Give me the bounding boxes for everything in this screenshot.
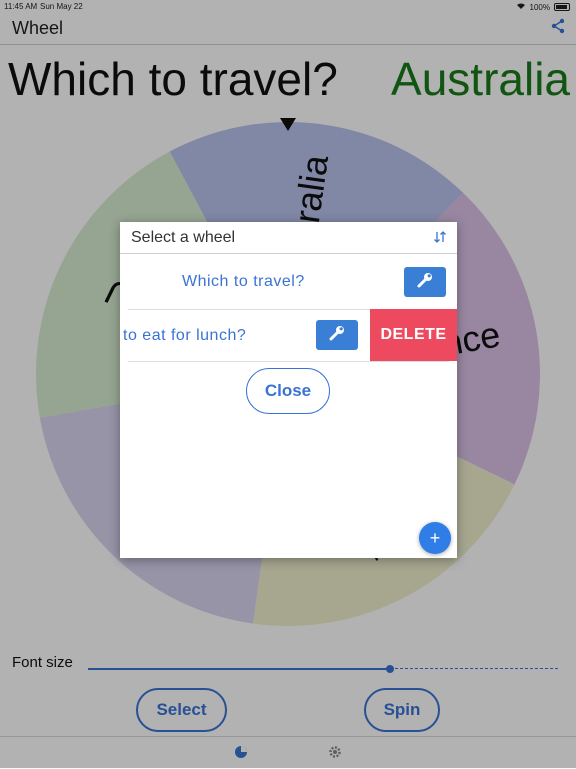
wrench-icon	[416, 271, 434, 294]
sort-icon[interactable]	[433, 230, 447, 244]
edit-wheel-button[interactable]	[404, 267, 446, 297]
edit-wheel-button[interactable]	[316, 320, 358, 350]
wheel-list-label[interactable]: Which to travel?	[182, 273, 305, 291]
list-divider	[128, 361, 449, 362]
select-wheel-dialog: Select a wheel Which to travel? to eat f…	[120, 222, 457, 558]
close-button[interactable]: Close	[246, 368, 330, 414]
dialog-header: Select a wheel	[120, 222, 457, 254]
wheel-list-label[interactable]: to eat for lunch?	[123, 327, 246, 345]
wrench-icon	[328, 324, 346, 347]
plus-icon: +	[429, 527, 441, 548]
delete-button[interactable]: DELETE	[370, 309, 457, 361]
add-wheel-button[interactable]: +	[419, 522, 451, 554]
wheel-list-item[interactable]: to eat for lunch? DELETE	[120, 309, 457, 361]
wheel-list-item[interactable]: Which to travel?	[120, 256, 457, 308]
dialog-title: Select a wheel	[131, 229, 236, 246]
